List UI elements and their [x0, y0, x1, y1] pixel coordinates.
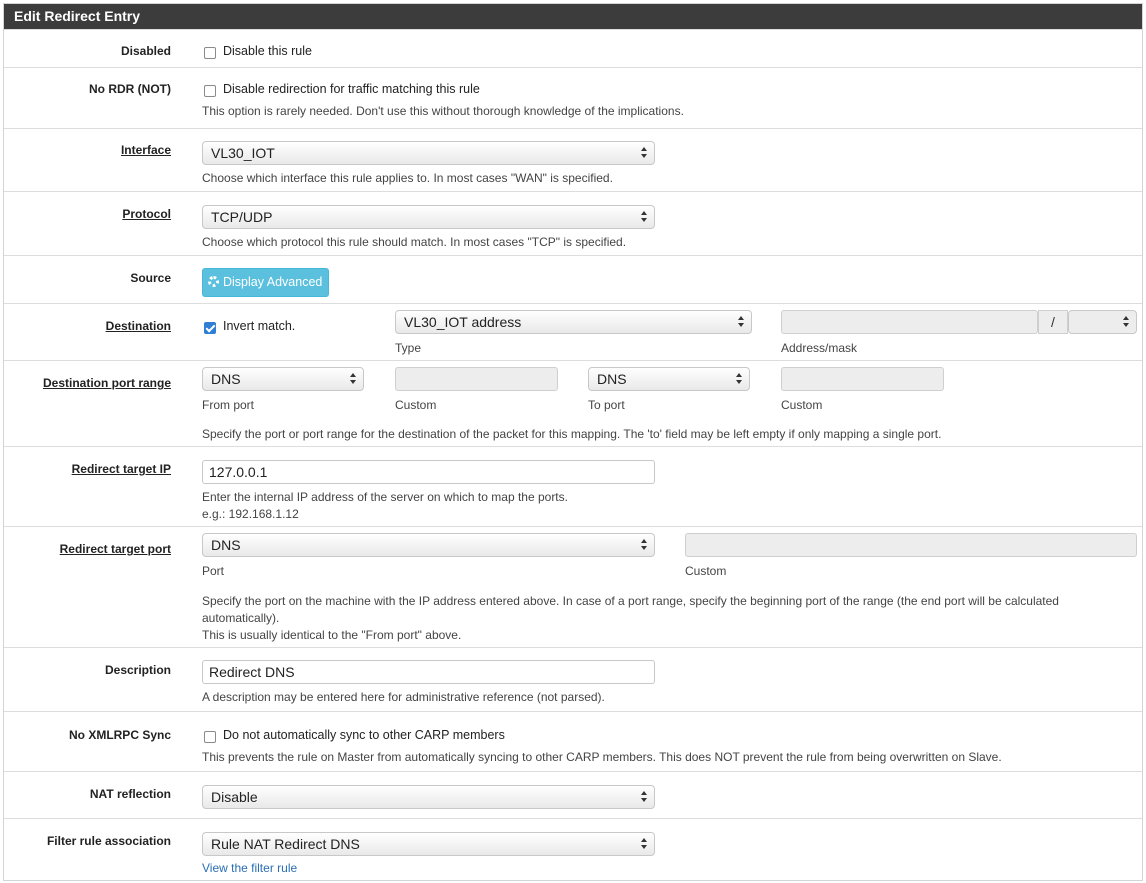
interface-label: Interface	[120, 143, 171, 157]
protocol-label: Protocol	[122, 207, 171, 221]
row-interface: Interface VL30_IOT Choose which interfac…	[4, 128, 1142, 191]
redirect-ip-help: Enter the internal IP address of the ser…	[202, 490, 568, 504]
panel-title: Edit Redirect Entry	[4, 4, 1142, 29]
from-port-custom-input[interactable]	[395, 367, 558, 391]
redirect-ip-label: Redirect target IP	[71, 462, 171, 476]
row-nat-reflection: NAT reflection Disable	[4, 771, 1142, 818]
xmlrpc-help: This prevents the rule on Master from au…	[202, 750, 1002, 764]
destination-label: Destination	[105, 319, 171, 333]
redirect-port-help-3: This is usually identical to the "From p…	[202, 628, 462, 642]
row-redirect-port: Redirect target port DNS Port Custom Spe…	[4, 526, 1142, 647]
edit-redirect-panel: Edit Redirect Entry Disabled Disable thi…	[3, 3, 1143, 881]
no-rdr-checkbox[interactable]	[204, 85, 216, 97]
select-arrows-icon	[641, 837, 648, 851]
display-advanced-button[interactable]: Display Advanced	[202, 268, 329, 297]
gear-icon	[208, 276, 219, 287]
dest-port-range-help: Specify the port or port range for the d…	[202, 427, 942, 441]
protocol-select[interactable]: TCP/UDP	[202, 205, 655, 229]
destination-type-value: VL30_IOT address	[404, 314, 522, 330]
redirect-port-help-2: automatically).	[202, 611, 280, 625]
select-arrows-icon	[641, 538, 648, 552]
to-port-caption: To port	[588, 398, 625, 412]
to-port-select[interactable]: DNS	[588, 367, 750, 391]
row-destination: Destination Invert match. VL30_IOT addre…	[4, 303, 1142, 360]
redirect-port-value: DNS	[211, 537, 241, 553]
interface-select-value: VL30_IOT	[211, 145, 275, 161]
from-port-select[interactable]: DNS	[202, 367, 364, 391]
no-rdr-checkbox-label: Disable redirection for traffic matching…	[223, 82, 480, 96]
filter-rule-label: Filter rule association	[46, 834, 171, 848]
row-redirect-ip: Redirect target IP 127.0.0.1 Enter the i…	[4, 446, 1142, 526]
select-arrows-icon	[641, 210, 648, 224]
row-no-rdr: No RDR (NOT) Disable redirection for tra…	[4, 67, 1142, 128]
address-mask-separator: /	[1038, 310, 1068, 334]
row-dest-port-range: Destination port range DNS From port Cus…	[4, 360, 1142, 446]
description-input[interactable]: Redirect DNS	[202, 660, 655, 684]
filter-rule-value: Rule NAT Redirect DNS	[211, 836, 360, 852]
invert-match-checkbox[interactable]	[204, 322, 216, 334]
to-port-custom-caption: Custom	[781, 398, 823, 412]
redirect-ip-example: e.g.: 192.168.1.12	[202, 507, 299, 521]
disabled-label: Disabled	[120, 44, 171, 58]
protocol-help: Choose which protocol this rule should m…	[202, 235, 627, 249]
disable-rule-checkbox[interactable]	[204, 47, 216, 59]
dest-port-range-label: Destination port range	[42, 376, 171, 390]
interface-select[interactable]: VL30_IOT	[202, 141, 655, 165]
from-port-custom-caption: Custom	[395, 398, 437, 412]
to-port-custom-input[interactable]	[781, 367, 944, 391]
view-filter-rule-link[interactable]: View the filter rule	[202, 861, 297, 875]
no-rdr-help: This option is rarely needed. Don't use …	[202, 104, 684, 118]
row-source: Source Display Advanced	[4, 255, 1142, 303]
redirect-port-select[interactable]: DNS	[202, 533, 655, 557]
redirect-port-label: Redirect target port	[59, 542, 171, 556]
select-arrows-icon	[350, 372, 357, 386]
xmlrpc-checkbox-label: Do not automatically sync to other CARP …	[223, 728, 505, 742]
redirect-ip-input[interactable]: 127.0.0.1	[202, 460, 655, 484]
nat-reflection-label: NAT reflection	[89, 787, 171, 801]
source-label: Source	[130, 271, 171, 285]
nat-reflection-select[interactable]: Disable	[202, 785, 655, 809]
invert-match-label: Invert match.	[223, 319, 296, 333]
select-arrows-icon	[641, 790, 648, 804]
row-filter-rule: Filter rule association Rule NAT Redirec…	[4, 818, 1142, 882]
no-rdr-label: No RDR (NOT)	[89, 82, 171, 96]
destination-mask-select[interactable]	[1068, 310, 1137, 334]
row-xmlrpc: No XMLRPC Sync Do not automatically sync…	[4, 711, 1142, 771]
destination-address-caption: Address/mask	[781, 341, 858, 355]
select-arrows-icon	[738, 315, 745, 329]
filter-rule-select[interactable]: Rule NAT Redirect DNS	[202, 832, 655, 856]
xmlrpc-label: No XMLRPC Sync	[68, 728, 171, 742]
row-description: Description Redirect DNS A description m…	[4, 647, 1142, 711]
to-port-value: DNS	[597, 371, 627, 387]
destination-address-input[interactable]	[781, 310, 1038, 334]
select-arrows-icon	[641, 146, 648, 160]
redirect-port-help-1: Specify the port on the machine with the…	[202, 594, 1059, 608]
description-help: A description may be entered here for ad…	[202, 690, 605, 704]
destination-type-caption: Type	[395, 341, 422, 355]
description-label: Description	[104, 663, 171, 677]
from-port-caption: From port	[202, 398, 255, 412]
nat-reflection-value: Disable	[211, 789, 258, 805]
row-disabled: Disabled Disable this rule	[4, 29, 1142, 67]
interface-help: Choose which interface this rule applies…	[202, 171, 613, 185]
from-port-value: DNS	[211, 371, 241, 387]
protocol-select-value: TCP/UDP	[211, 209, 273, 225]
xmlrpc-checkbox[interactable]	[204, 731, 216, 743]
disable-rule-checkbox-label: Disable this rule	[223, 44, 312, 58]
redirect-port-caption: Port	[202, 564, 225, 578]
redirect-port-custom-input[interactable]	[685, 533, 1137, 557]
row-protocol: Protocol TCP/UDP Choose which protocol t…	[4, 191, 1142, 255]
redirect-port-custom-caption: Custom	[685, 564, 727, 578]
select-arrows-icon	[736, 372, 743, 386]
select-arrows-icon	[1123, 315, 1130, 329]
destination-type-select[interactable]: VL30_IOT address	[395, 310, 752, 334]
display-advanced-label: Display Advanced	[223, 275, 323, 289]
